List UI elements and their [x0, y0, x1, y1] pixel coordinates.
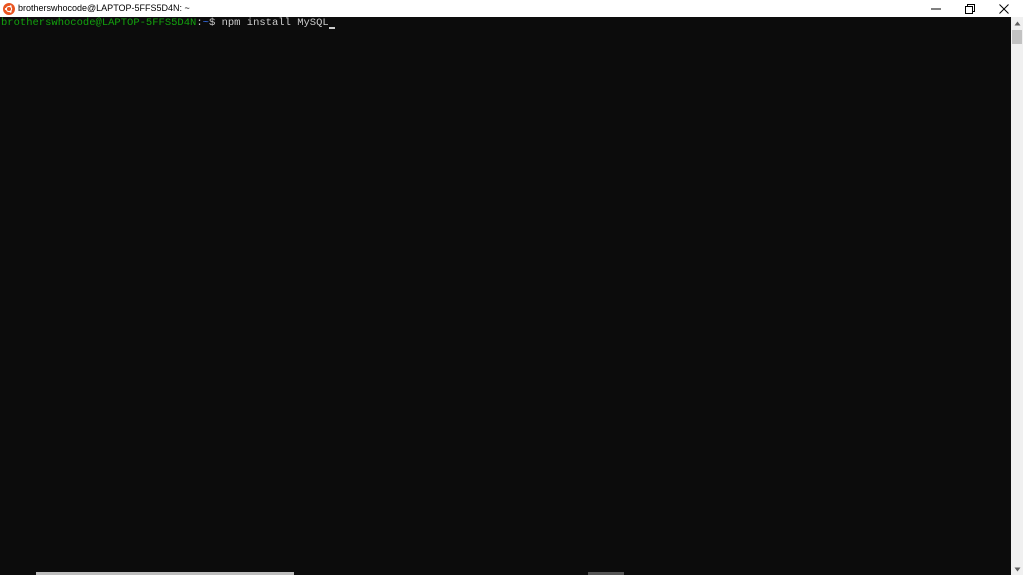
restore-button[interactable]: [953, 0, 987, 17]
window-title: brotherswhocode@LAPTOP-5FFS5D4N: ~: [18, 3, 190, 13]
chevron-up-icon: [1014, 21, 1020, 25]
close-button[interactable]: [987, 0, 1021, 17]
command-text: npm install MySQL: [221, 17, 329, 29]
terminal-output[interactable]: brotherswhocode@LAPTOP-5FFS5D4N: ~ $ npm i…: [0, 17, 1011, 571]
ubuntu-icon[interactable]: [3, 2, 15, 15]
prompt-symbol: $: [208, 17, 222, 29]
close-icon: [999, 3, 1009, 14]
prompt-line: brotherswhocode@LAPTOP-5FFS5D4N: ~ $ npm i…: [1, 17, 335, 30]
scroll-down-arrow[interactable]: [1011, 563, 1023, 575]
chevron-down-icon: [1014, 567, 1020, 571]
scrollbar-thumb[interactable]: [1012, 30, 1022, 44]
bottom-strip: [0, 571, 1011, 575]
text-cursor: [328, 27, 335, 29]
minimize-button[interactable]: [919, 0, 953, 17]
prompt-user-host: brotherswhocode@LAPTOP-5FFS5D4N: [1, 17, 197, 29]
restore-icon: [965, 3, 975, 14]
terminal-window: brotherswhocode@LAPTOP-5FFS5D4N: ~ broth…: [0, 0, 1023, 575]
title-bar[interactable]: brotherswhocode@LAPTOP-5FFS5D4N: ~: [0, 0, 1023, 17]
vertical-scrollbar[interactable]: [1011, 17, 1023, 575]
scroll-up-arrow[interactable]: [1011, 17, 1023, 29]
minimize-icon: [931, 8, 941, 9]
